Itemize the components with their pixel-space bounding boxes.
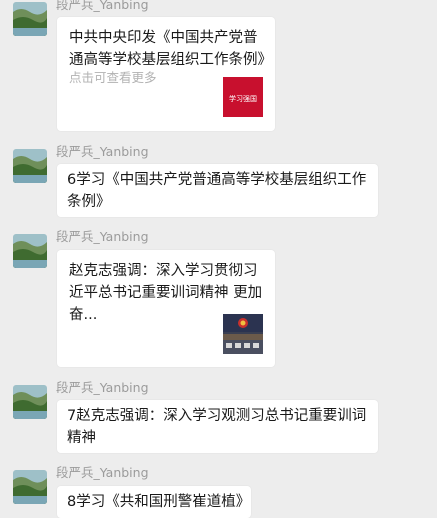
text-bubble[interactable]: 8学习《共和国刑警崔道植》 bbox=[57, 486, 251, 518]
sender-name: 段严兵_Yanbing bbox=[56, 380, 149, 395]
sender-name: 段严兵_Yanbing bbox=[56, 144, 149, 159]
card-thumbnail: 学习强国 bbox=[223, 77, 263, 117]
sender-name: 段严兵_Yanbing bbox=[56, 465, 149, 480]
message-text: 6学习《中国共产党普通高等学校基层组织工作条例》 bbox=[67, 172, 367, 210]
logo-text: 学习强国 bbox=[229, 94, 257, 103]
text-bubble[interactable]: 7赵克志强调：深入学习观测习总书记重要训词精神 bbox=[57, 400, 378, 453]
avatar[interactable] bbox=[13, 385, 47, 419]
sender-name: 段严兵_Yanbing bbox=[56, 0, 149, 12]
avatar[interactable] bbox=[13, 2, 47, 36]
card-thumbnail bbox=[223, 314, 263, 354]
text-bubble[interactable]: 6学习《中国共产党普通高等学校基层组织工作条例》 bbox=[57, 164, 378, 217]
avatar[interactable] bbox=[13, 470, 47, 504]
xuexi-logo-icon: 学习强国 bbox=[223, 77, 263, 117]
meeting-photo-icon bbox=[223, 314, 263, 354]
avatar[interactable] bbox=[13, 149, 47, 183]
sender-name: 段严兵_Yanbing bbox=[56, 229, 149, 244]
avatar[interactable] bbox=[13, 234, 47, 268]
link-card[interactable]: 赵克志强调：深入学习贯彻习近平总书记重要训词精神 更加奋... bbox=[57, 250, 275, 367]
card-title: 中共中央印发《中国共产党普通高等学校基层组织工作条例》 bbox=[69, 30, 272, 68]
link-card[interactable]: 中共中央印发《中国共产党普通高等学校基层组织工作条例》 点击可查看更多 学习强国 bbox=[57, 17, 275, 131]
message-text: 8学习《共和国刑警崔道植》 bbox=[67, 494, 251, 510]
message-text: 7赵克志强调：深入学习观测习总书记重要训词精神 bbox=[67, 408, 367, 446]
card-description: 点击可查看更多 bbox=[69, 70, 157, 85]
